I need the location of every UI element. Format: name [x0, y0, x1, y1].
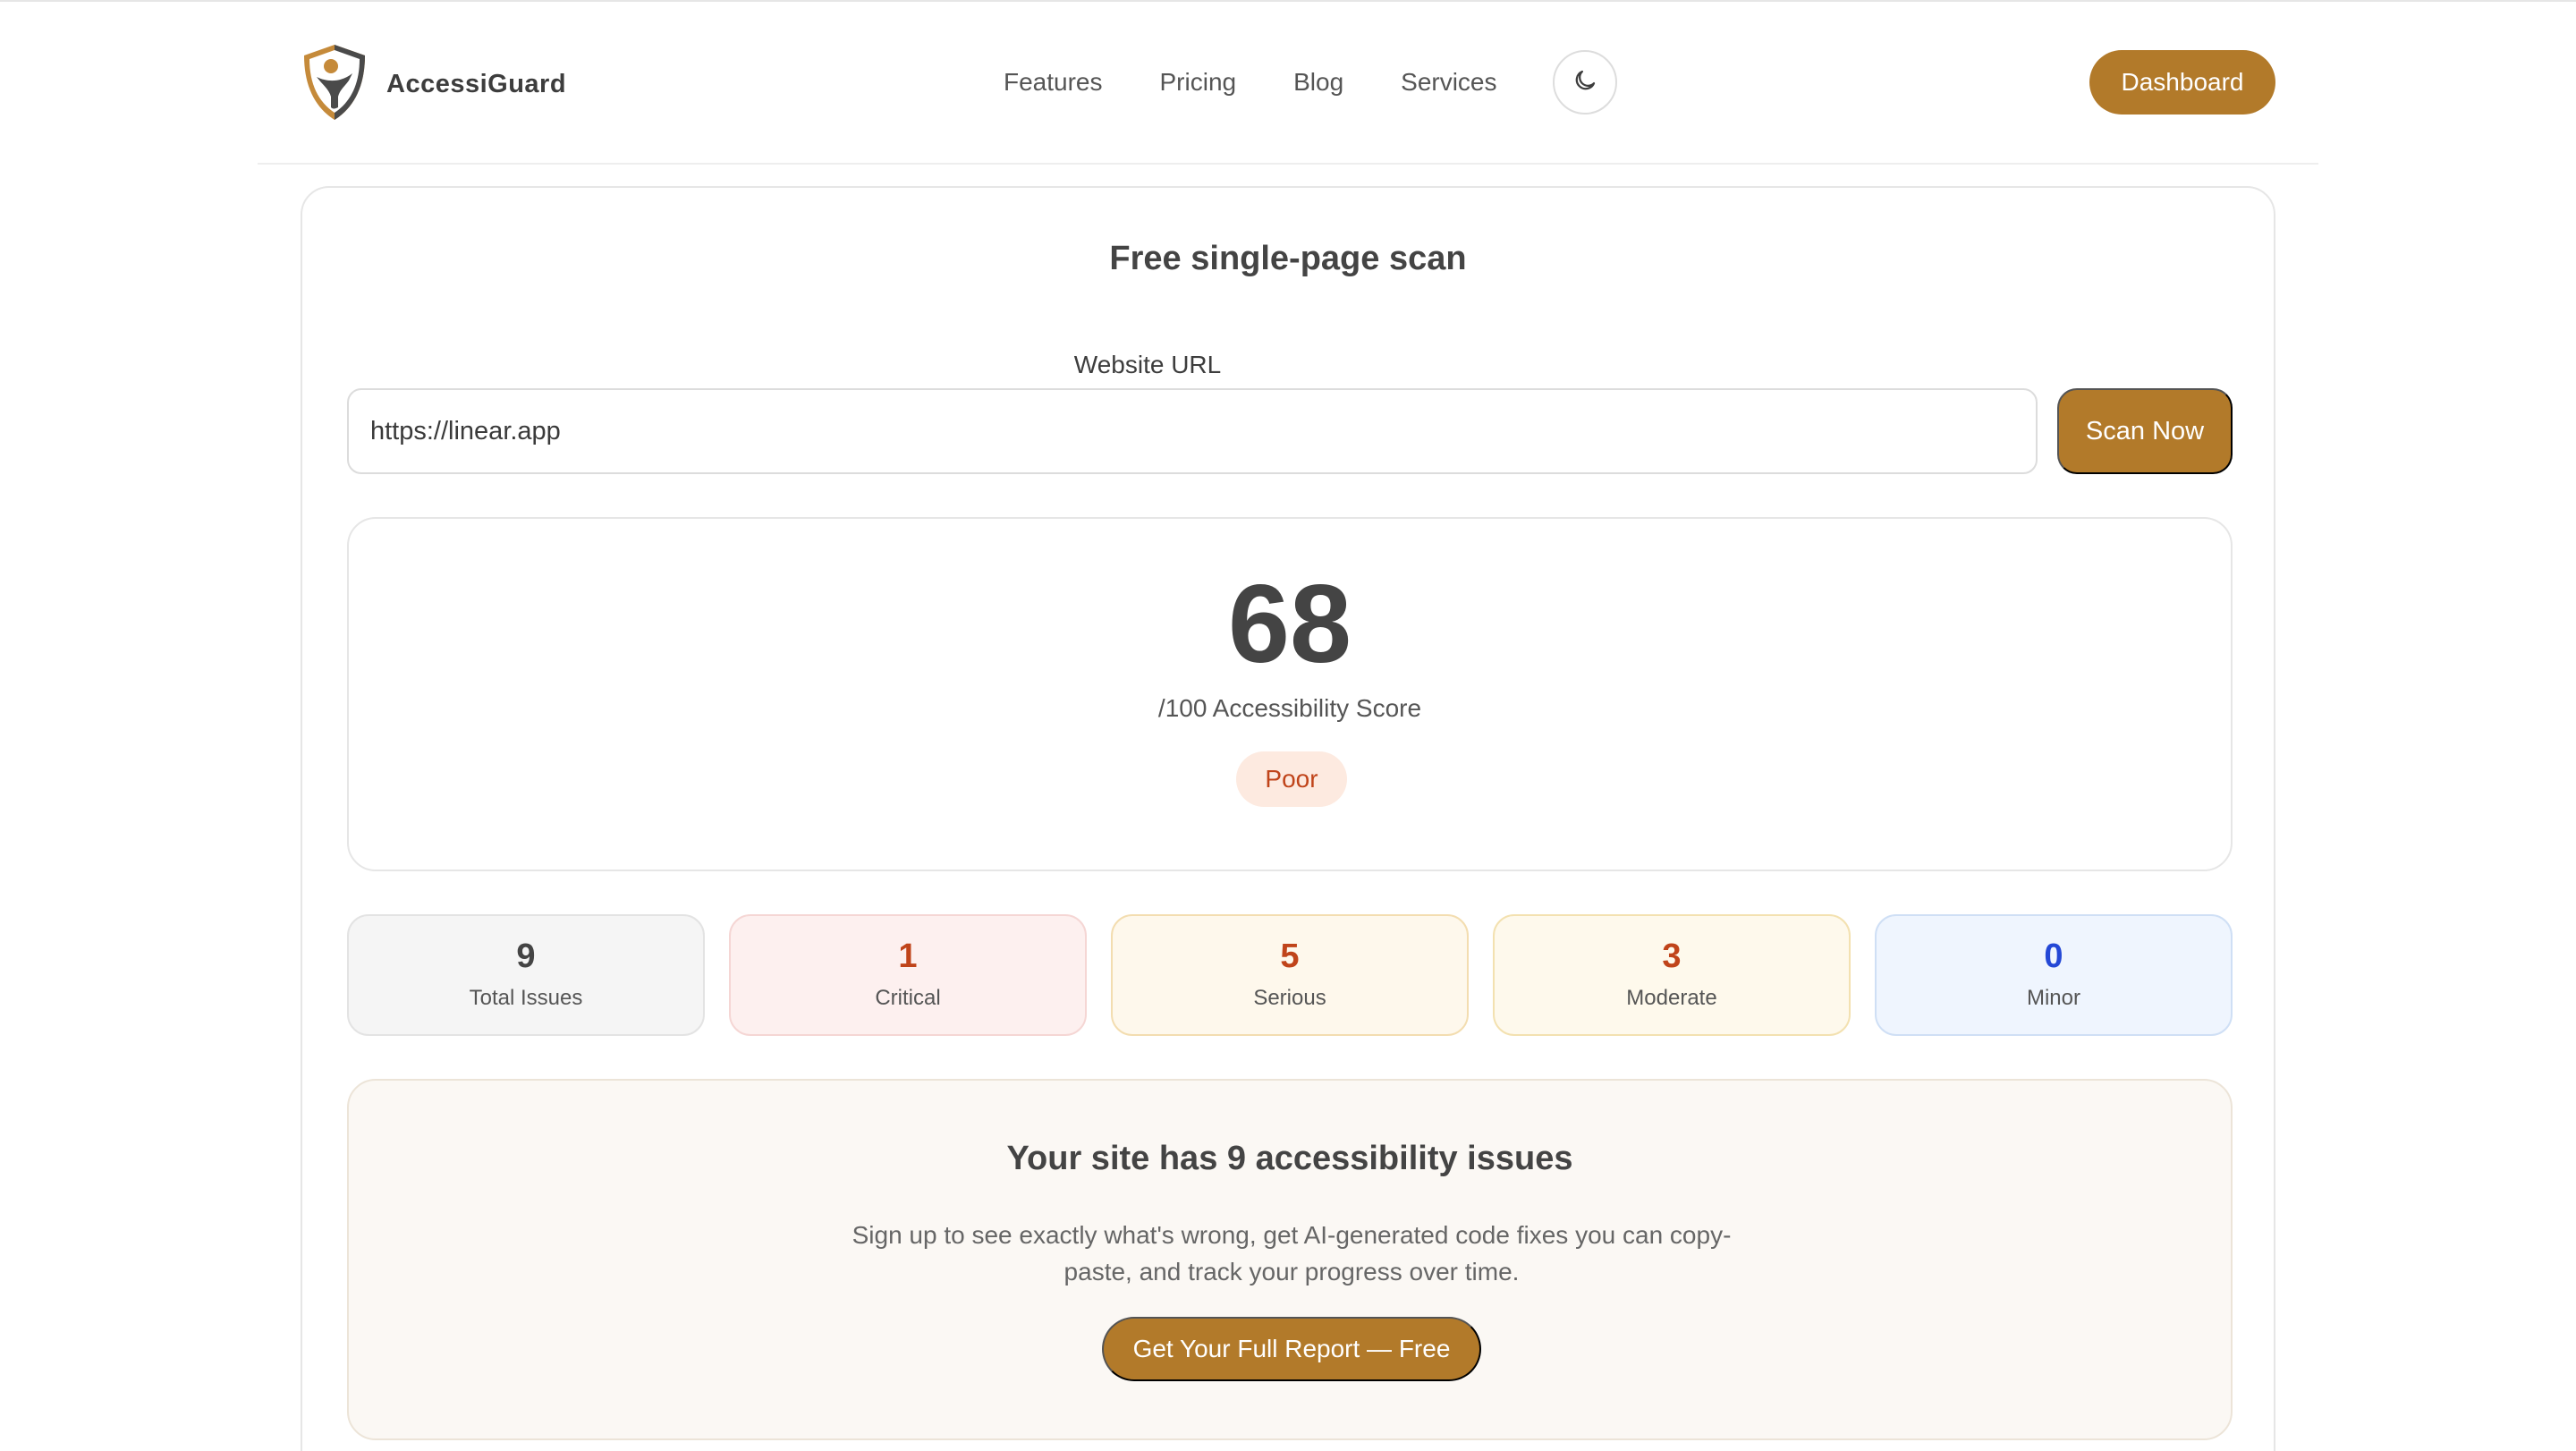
- stat-label: Serious: [1253, 986, 1326, 1010]
- score-panel: 68 /100 Accessibility Score Poor: [347, 517, 2233, 871]
- cta-title: Your site has 9 accessibility issues: [1006, 1140, 1573, 1177]
- shield-person-icon: [299, 43, 370, 126]
- nav-link-pricing[interactable]: Pricing: [1160, 68, 1237, 97]
- cta-description: Sign up to see exactly what's wrong, get…: [852, 1221, 1732, 1286]
- signup-cta: Your site has 9 accessibility issues Sig…: [347, 1079, 2233, 1440]
- stat-value: 1: [898, 938, 918, 975]
- issue-stats: 9 Total Issues 1 Critical 5 Serious 3 Mo…: [347, 914, 2233, 1036]
- nav-link-services[interactable]: Services: [1401, 68, 1496, 97]
- url-label: Website URL: [1073, 351, 1222, 378]
- stat-label: Minor: [2026, 986, 2080, 1010]
- dashboard-button[interactable]: Dashboard: [2089, 50, 2275, 115]
- stat-moderate: 3 Moderate: [1493, 914, 1851, 1036]
- stat-minor: 0 Minor: [1875, 914, 2233, 1036]
- stat-value: 9: [516, 938, 536, 975]
- nav-link-features[interactable]: Features: [1004, 68, 1103, 97]
- stat-serious: 5 Serious: [1111, 914, 1469, 1036]
- moon-icon: [1572, 67, 1598, 98]
- stat-value: 5: [1280, 938, 1300, 975]
- theme-toggle-button[interactable]: [1552, 50, 1617, 115]
- main-nav: Features Pricing Blog Services: [1004, 50, 1617, 115]
- score-label: /100 Accessibility Score: [1157, 694, 1422, 722]
- stat-critical: 1 Critical: [729, 914, 1087, 1036]
- brand-logo[interactable]: AccessiGuard: [299, 43, 566, 126]
- scan-card: Free single-page scan Website URL Scan N…: [301, 186, 2275, 1451]
- stat-total-issues: 9 Total Issues: [347, 914, 705, 1036]
- stat-label: Moderate: [1626, 986, 1717, 1010]
- url-input[interactable]: [347, 388, 2038, 474]
- nav-link-blog[interactable]: Blog: [1293, 68, 1343, 97]
- scan-title: Free single-page scan: [1109, 240, 1467, 277]
- site-header: AccessiGuard Features Pricing Blog Servi…: [258, 0, 2318, 165]
- brand-name: AccessiGuard: [386, 70, 567, 98]
- stat-value: 3: [1662, 938, 1682, 975]
- stat-label: Critical: [875, 986, 941, 1010]
- scan-now-button[interactable]: Scan Now: [2057, 388, 2233, 474]
- full-report-button[interactable]: Get Your Full Report — Free: [1102, 1317, 1481, 1381]
- score-rating-badge: Poor: [1236, 751, 1347, 807]
- stat-label: Total Issues: [469, 986, 583, 1010]
- stat-value: 0: [2044, 938, 2063, 975]
- score-value: 68: [1228, 563, 1352, 686]
